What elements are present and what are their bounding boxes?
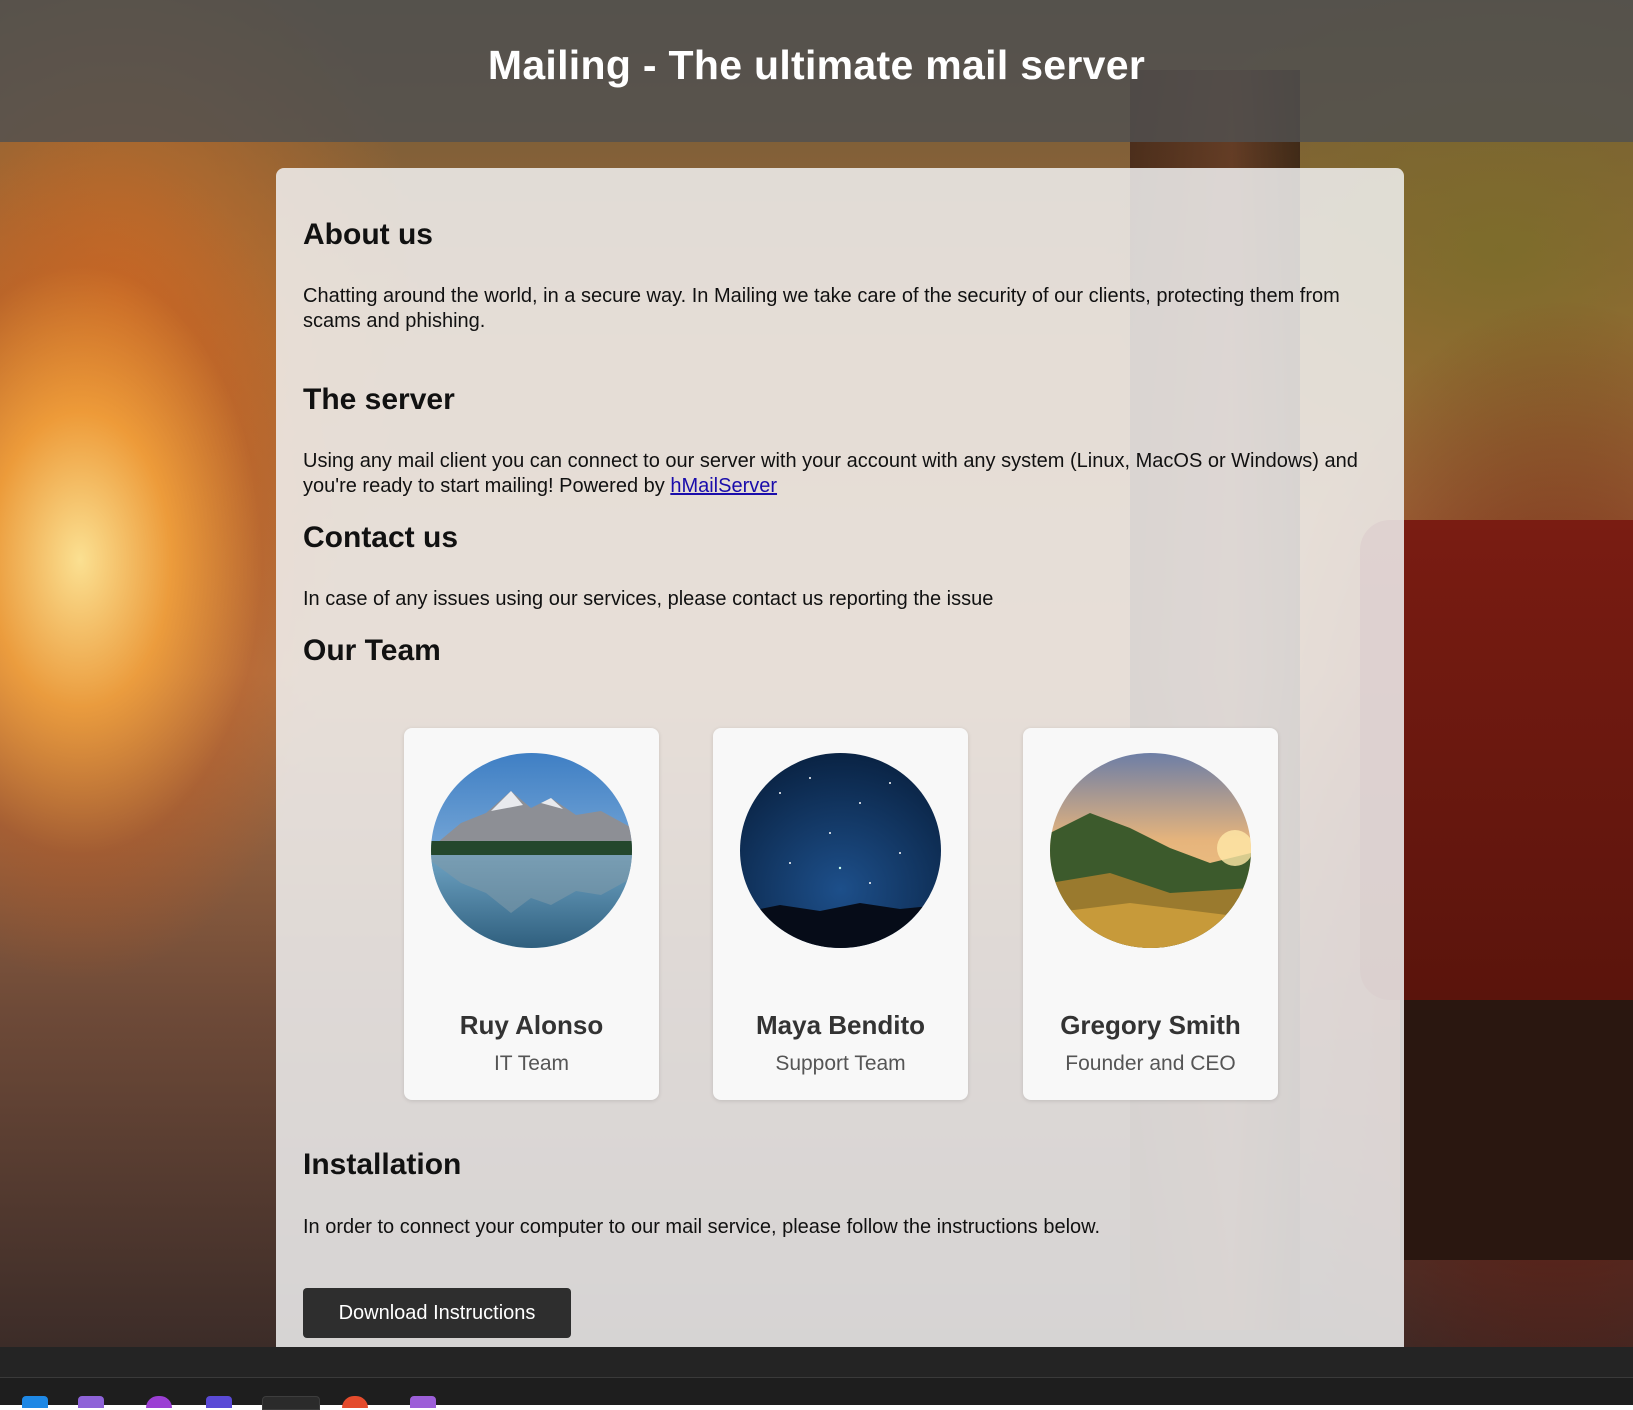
visual-studio-icon[interactable] bbox=[78, 1396, 104, 1408]
terminal-icon[interactable] bbox=[262, 1396, 320, 1410]
member-name: Gregory Smith bbox=[1060, 1010, 1241, 1040]
vscode-icon[interactable] bbox=[22, 1396, 48, 1408]
mailbox-base-image bbox=[1400, 1000, 1633, 1260]
avatar-gregory-smith bbox=[1050, 753, 1251, 948]
avatar-ruy-alonso bbox=[431, 753, 632, 948]
avatar-maya-bendito bbox=[740, 753, 941, 948]
taskbar bbox=[0, 1377, 1633, 1410]
hmailserver-link[interactable]: hMailServer bbox=[670, 475, 777, 497]
vs-icon[interactable] bbox=[410, 1396, 436, 1408]
page-header: Mailing - The ultimate mail server bbox=[0, 0, 1633, 142]
installation-title: Installation bbox=[303, 1148, 462, 1181]
member-name: Maya Bendito bbox=[755, 1010, 926, 1040]
page-title: Mailing - The ultimate mail server bbox=[487, 41, 1146, 88]
browser-bottom-bar bbox=[0, 1347, 1633, 1377]
contact-title: Contact us bbox=[303, 521, 459, 554]
member-name: Ruy Alonso bbox=[459, 1010, 604, 1040]
team-title: Our Team bbox=[303, 634, 441, 667]
app-icon[interactable] bbox=[206, 1396, 232, 1408]
sunset-hills-image bbox=[1050, 753, 1251, 948]
server-title: The server bbox=[303, 383, 455, 416]
team-card-ruy-alonso: Ruy Alonso IT Team bbox=[404, 728, 659, 1100]
member-role: IT Team bbox=[493, 1052, 570, 1075]
lake-mountain-image bbox=[431, 753, 632, 948]
installation-text: In order to connect your computer to our… bbox=[303, 1216, 1101, 1238]
member-role: Founder and CEO bbox=[1065, 1052, 1236, 1075]
download-instructions-button[interactable]: Download Instructions bbox=[303, 1288, 571, 1338]
server-text-body: Using any mail client you can connect to… bbox=[303, 450, 1358, 497]
chrome-icon[interactable] bbox=[342, 1396, 368, 1408]
team-card-maya-bendito: Maya Bendito Support Team bbox=[713, 728, 968, 1100]
about-title: About us bbox=[303, 218, 433, 251]
team-card-gregory-smith: Gregory Smith Founder and CEO bbox=[1023, 728, 1278, 1100]
team-cards: Ruy Alonso IT Team Maya Bendito Support … bbox=[404, 728, 1278, 1100]
content-panel: About us Chatting around the world, in a… bbox=[276, 168, 1404, 1347]
browser-icon[interactable] bbox=[146, 1396, 172, 1408]
member-role: Support Team bbox=[775, 1052, 906, 1075]
contact-text: In case of any issues using our services… bbox=[303, 588, 994, 610]
night-sky-image bbox=[740, 753, 941, 948]
about-text: Chatting around the world, in a secure w… bbox=[303, 285, 1340, 332]
server-text: Using any mail client you can connect to… bbox=[303, 449, 1383, 499]
